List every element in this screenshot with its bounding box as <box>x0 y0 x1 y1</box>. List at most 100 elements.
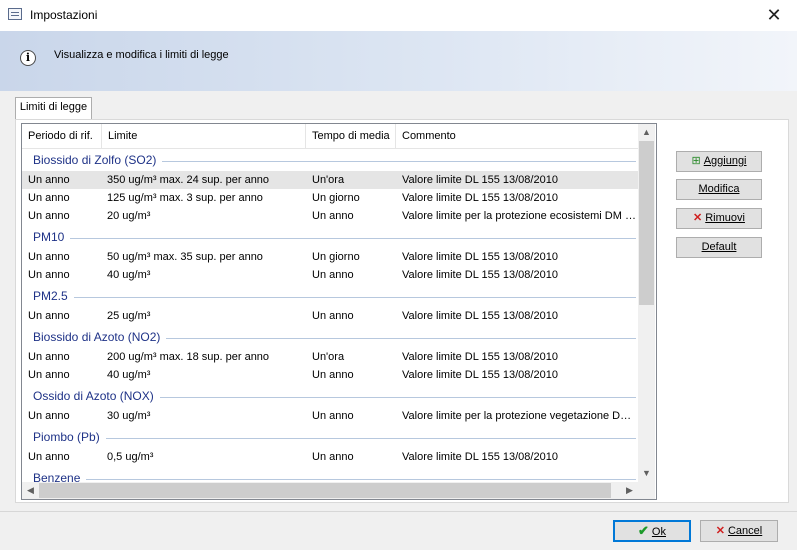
cell-tempo: Un'ora <box>312 174 345 186</box>
cell-commento: Valore limite DL 155 13/08/2010 <box>402 351 558 363</box>
list-row[interactable]: Un anno 125 ug/m³ max. 3 sup. per anno Un … <box>22 189 638 207</box>
column-header-periodo[interactable]: Periodo di rif. <box>22 124 102 148</box>
group-header[interactable]: Biossido di Zolfo (SO2) <box>22 151 638 171</box>
cell-limite: 350 ug/m³ max. 24 sup. per anno <box>107 174 270 186</box>
list-row[interactable]: Un anno 200 ug/m³ max. 18 sup. per anno Un… <box>22 348 638 366</box>
list-row[interactable]: Un anno 0,5 ug/m³ Un anno Valore limite DL … <box>22 448 638 466</box>
column-header-limite[interactable]: Limite <box>102 124 306 148</box>
group-divider <box>33 238 636 239</box>
add-button[interactable]: ⊞ Aggiungi <box>676 151 762 172</box>
cell-periodo: Un anno <box>28 310 70 322</box>
list-row[interactable]: Un anno 350 ug/m³ max. 24 sup. per anno Un… <box>22 171 638 189</box>
cell-tempo: Un anno <box>312 451 354 463</box>
group-header[interactable]: Biossido di Azoto (NO2) <box>22 328 638 348</box>
cell-periodo: Un anno <box>28 192 70 204</box>
add-icon: ⊞ <box>691 155 701 167</box>
vertical-scroll-thumb[interactable] <box>639 141 654 305</box>
list-row[interactable]: Un anno 20 ug/m³ Un anno Valore limite per … <box>22 207 638 225</box>
scroll-corner <box>638 482 655 499</box>
list-header: Periodo di rif. Limite Tempo di media Co… <box>22 124 638 149</box>
edit-button-label: Modifica <box>698 183 740 195</box>
cell-periodo: Un anno <box>28 251 70 263</box>
cell-tempo: Un anno <box>312 369 354 381</box>
list-row[interactable]: Un anno 25 ug/m³ Un anno Valore limite DL 1… <box>22 307 638 325</box>
edit-button[interactable]: Modifica <box>676 179 762 200</box>
add-button-label: Aggiungi <box>703 155 747 167</box>
scroll-down-icon[interactable]: ▼ <box>638 465 655 482</box>
list-row[interactable]: Un anno 30 ug/m³ Un anno Valore limite per … <box>22 407 638 425</box>
group-label: Biossido di Zolfo (SO2) <box>33 153 163 167</box>
cell-commento: Valore limite DL 155 13/08/2010 <box>402 451 558 463</box>
cell-periodo: Un anno <box>28 410 70 422</box>
scroll-up-icon[interactable]: ▲ <box>638 124 655 141</box>
scroll-left-icon[interactable]: ◀ <box>22 482 39 499</box>
group-header[interactable]: Piombo (Pb) <box>22 428 638 448</box>
cell-limite: 25 ug/m³ <box>107 310 151 322</box>
cell-commento: Valore limite per la protezione ecosiste… <box>402 210 636 222</box>
cell-commento: Valore limite DL 155 13/08/2010 <box>402 369 558 381</box>
cancel-button-label: Cancel <box>727 525 763 537</box>
horizontal-scrollbar[interactable]: ◀ ▶ <box>22 482 638 499</box>
cell-tempo: Un anno <box>312 210 354 222</box>
group-label: Piombo (Pb) <box>33 430 106 444</box>
window-title: Impostazioni <box>30 8 98 22</box>
group-header[interactable]: Ossido di Azoto (NOX) <box>22 387 638 407</box>
vertical-scrollbar[interactable]: ▲ ▼ <box>638 124 655 482</box>
scroll-right-icon[interactable]: ▶ <box>621 482 638 499</box>
header-banner <box>0 31 797 91</box>
group-divider <box>33 479 636 480</box>
cell-tempo: Un'ora <box>312 351 345 363</box>
ok-button[interactable]: ✔ Ok <box>613 520 691 542</box>
cell-commento: Valore limite DL 155 13/08/2010 <box>402 251 558 263</box>
checkmark-icon: ✔ <box>638 523 649 538</box>
close-button[interactable]: ✕ <box>751 0 797 31</box>
group-header[interactable]: PM10 <box>22 228 638 248</box>
column-header-tempo[interactable]: Tempo di media <box>306 124 396 148</box>
cell-limite: 40 ug/m³ <box>107 269 151 281</box>
cell-periodo: Un anno <box>28 451 70 463</box>
cell-limite: 20 ug/m³ <box>107 210 151 222</box>
cell-tempo: Un anno <box>312 310 354 322</box>
column-header-commento[interactable]: Commento <box>396 124 638 148</box>
list-row[interactable]: Un anno 40 ug/m³ Un anno Valore limite DL 1… <box>22 266 638 284</box>
cancel-button[interactable]: ✕ Cancel <box>700 520 778 542</box>
cell-limite: 0,5 ug/m³ <box>107 451 154 463</box>
group-label: PM2.5 <box>33 289 74 303</box>
remove-button[interactable]: ✕ Rimuovi <box>676 208 762 229</box>
group-label: Ossido di Azoto (NOX) <box>33 389 160 403</box>
list-row[interactable]: Un anno 50 ug/m³ max. 35 sup. per anno Un … <box>22 248 638 266</box>
cell-limite: 40 ug/m³ <box>107 369 151 381</box>
banner-text: Visualizza e modifica i limiti di legge <box>54 49 229 61</box>
default-button[interactable]: Default <box>676 237 762 258</box>
group-label: PM10 <box>33 230 71 244</box>
group-label: Biossido di Azoto (NO2) <box>33 330 167 344</box>
horizontal-scroll-thumb[interactable] <box>39 483 611 498</box>
info-icon: i <box>20 50 36 66</box>
cell-periodo: Un anno <box>28 174 70 186</box>
cell-periodo: Un anno <box>28 351 70 363</box>
cell-tempo: Un giorno <box>312 192 360 204</box>
remove-button-label: Rimuovi <box>705 212 745 224</box>
default-button-label: Default <box>701 241 737 253</box>
cell-commento: Valore limite DL 155 13/08/2010 <box>402 192 558 204</box>
cell-limite: 30 ug/m³ <box>107 410 151 422</box>
group-header[interactable]: PM2.5 <box>22 287 638 307</box>
cell-tempo: Un giorno <box>312 251 360 263</box>
cell-commento: Valore limite DL 155 13/08/2010 <box>402 174 558 186</box>
cell-periodo: Un anno <box>28 269 70 281</box>
list-row[interactable]: Un anno 40 ug/m³ Un anno Valore limite DL 1… <box>22 366 638 384</box>
remove-x-icon: ✕ <box>693 212 703 224</box>
cancel-x-icon: ✕ <box>715 525 725 537</box>
cell-limite: 125 ug/m³ max. 3 sup. per anno <box>107 192 263 204</box>
cell-tempo: Un anno <box>312 410 354 422</box>
cell-commento: Valore limite DL 155 13/08/2010 <box>402 310 558 322</box>
cell-commento: Valore limite DL 155 13/08/2010 <box>402 269 558 281</box>
group-divider <box>33 438 636 439</box>
footer-separator <box>0 511 797 512</box>
cell-periodo: Un anno <box>28 210 70 222</box>
cell-limite: 50 ug/m³ max. 35 sup. per anno <box>107 251 263 263</box>
limits-list[interactable]: Periodo di rif. Limite Tempo di media Co… <box>21 123 657 500</box>
tab-limiti-di-legge[interactable]: Limiti di legge <box>15 97 92 120</box>
ok-button-label: Ok <box>651 526 666 538</box>
group-divider <box>33 297 636 298</box>
